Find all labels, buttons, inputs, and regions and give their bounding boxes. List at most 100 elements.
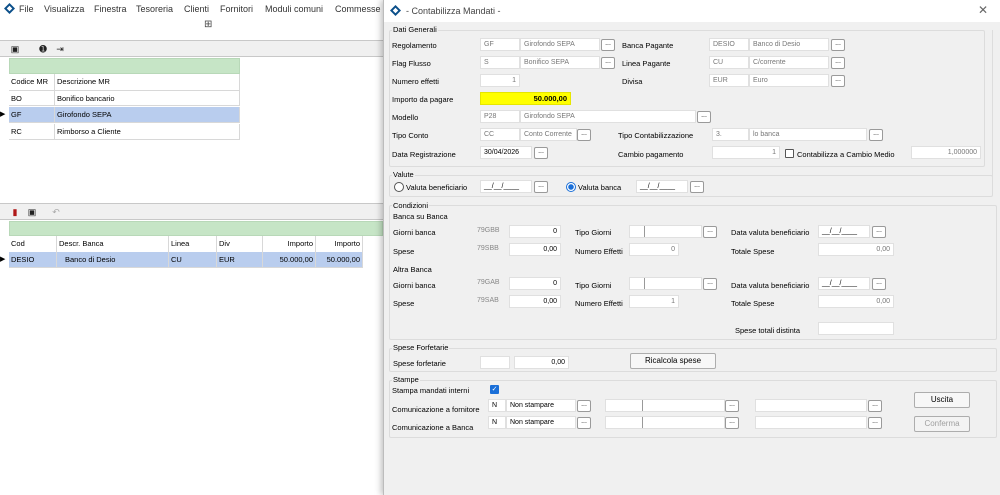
label: Totale Spese (731, 299, 775, 308)
lookup-button[interactable]: ... (601, 57, 615, 69)
data-valuta-field[interactable]: __/__/____ (818, 225, 870, 238)
label: Tipo Giorni (575, 281, 612, 290)
tipo-conto-code-field[interactable]: CC (480, 128, 520, 141)
label: Cambio pagamento (618, 150, 684, 159)
giorni-banca-field[interactable]: 0 (509, 225, 561, 238)
column-header-linea[interactable]: Linea (169, 236, 217, 252)
menu-file[interactable]: File (19, 4, 34, 14)
lookup-button[interactable]: ... (725, 400, 739, 412)
save-icon[interactable]: ▣ (10, 44, 20, 54)
undo-icon[interactable]: ↶ (51, 207, 61, 217)
valuta-beneficiario-field[interactable]: __/__/____ (480, 180, 532, 193)
numero-effetti-field: 0 (629, 243, 679, 256)
lookup-button[interactable]: ... (577, 417, 591, 429)
upper-grid-header-band (9, 58, 240, 74)
uscita-button[interactable]: Uscita (914, 392, 970, 408)
lookup-button[interactable]: ... (831, 75, 845, 87)
spese-forfetarie-code-field[interactable] (480, 356, 510, 369)
menu-clienti[interactable]: Clienti (184, 4, 209, 14)
menu-tesoreria[interactable]: Tesoreria (136, 4, 173, 14)
cambio-medio-checkbox[interactable] (785, 149, 794, 158)
regolamento-code-field[interactable]: GF (480, 38, 520, 51)
empty-field[interactable] (755, 416, 867, 429)
cell-description: Rimborso a Cliente (55, 124, 240, 140)
calendar-button[interactable]: ... (872, 278, 886, 290)
lookup-button[interactable]: ... (831, 57, 845, 69)
menu-fornitori[interactable]: Fornitori (220, 4, 253, 14)
valuta-banca-radio[interactable] (566, 182, 576, 192)
spese-field[interactable]: 0,00 (509, 243, 561, 256)
ricalcola-spese-button[interactable]: Ricalcola spese (630, 353, 716, 369)
conferma-button[interactable]: Conferma (914, 416, 970, 432)
lower-toolbar: ▮ ▣ ↶ (0, 203, 383, 220)
lookup-button[interactable]: ... (577, 400, 591, 412)
menu-finestra[interactable]: Finestra (94, 4, 127, 14)
linea-pagante-code-field[interactable]: CU (709, 56, 749, 69)
exit-icon[interactable]: ⇥ (55, 44, 65, 54)
comunicazione-fornitore-code[interactable]: N (488, 399, 506, 412)
menu-commesse[interactable]: Commesse (335, 4, 381, 14)
column-header-cod[interactable]: Cod (9, 236, 57, 252)
lookup-button[interactable]: ... (831, 39, 845, 51)
comunicazione-banca-code[interactable]: N (488, 416, 506, 429)
save-icon[interactable]: ▣ (27, 207, 37, 217)
spese-forfetarie-field[interactable]: 0,00 (514, 356, 569, 369)
dialog-title: - Contabilizza Mandati - (406, 6, 501, 16)
tipo-giorni-field[interactable] (629, 225, 702, 238)
banca-pagante-code-field[interactable]: DESIO (709, 38, 749, 51)
cell-code: RC (9, 124, 55, 140)
delete-icon[interactable]: ▮ (10, 207, 20, 217)
menu-moduli-comuni[interactable]: Moduli comuni (265, 4, 323, 14)
giorni-banca-field[interactable]: 0 (509, 277, 561, 290)
lookup-button[interactable]: ... (868, 400, 882, 412)
close-icon[interactable]: ✕ (978, 3, 988, 17)
column-header-div[interactable]: Div (217, 236, 263, 252)
column-header-importo[interactable]: Importo (263, 236, 316, 252)
column-header-descrizione[interactable]: Descrizione MR (55, 74, 240, 90)
menu-visualizza[interactable]: Visualizza (44, 4, 84, 14)
cambio-pagamento-field[interactable]: 1 (712, 146, 780, 159)
help-icon[interactable]: ➊ (38, 44, 48, 54)
label: Comunicazione a fornitore (392, 405, 480, 414)
calendar-button[interactable]: ... (534, 181, 548, 193)
table-row-selected[interactable]: DESIO Banco di Desio CU EUR 50.000,00 50… (9, 252, 383, 269)
valuta-banca-field[interactable]: __/__/____ (636, 180, 688, 193)
lookup-button[interactable]: ... (868, 417, 882, 429)
data-valuta-field[interactable]: __/__/____ (818, 277, 870, 290)
data-registrazione-field[interactable]: 30/04/2026 (480, 146, 532, 159)
stampa-mandati-interni-checkbox[interactable]: ✓ (490, 385, 499, 394)
column-header-importo-2[interactable]: Importo (316, 236, 363, 252)
column-header-codice[interactable]: Codice MR (9, 74, 55, 90)
label: Numero Effetti (575, 247, 623, 256)
modello-code-field[interactable]: P28 (480, 110, 520, 123)
label: Modello (392, 113, 419, 122)
giorni-banca-code: 79GAB (477, 279, 500, 286)
calendar-button[interactable]: ... (690, 181, 704, 193)
column-header-descr-banca[interactable]: Descr. Banca (57, 236, 169, 252)
tipo-giorni-field[interactable] (629, 277, 702, 290)
tipo-contab-code-field[interactable]: 3. (712, 128, 749, 141)
grid-view-icon[interactable]: ⊞ (204, 19, 212, 30)
spese-field[interactable]: 0,00 (509, 295, 561, 308)
label: Comunicazione a Banca (392, 423, 474, 432)
calendar-button[interactable]: ... (872, 226, 886, 238)
label: Tipo Contabilizzazione (618, 131, 694, 140)
scrollbar[interactable] (992, 30, 998, 180)
lookup-button[interactable]: ... (577, 129, 591, 141)
valuta-beneficiario-radio[interactable] (394, 182, 404, 192)
lookup-button[interactable]: ... (601, 39, 615, 51)
lookup-button[interactable]: ... (703, 278, 717, 290)
flag-flusso-code-field[interactable]: S (480, 56, 520, 69)
importo-da-pagare-field[interactable]: 50.000,00 (480, 92, 571, 105)
empty-field[interactable] (605, 399, 725, 412)
lookup-button[interactable]: ... (869, 129, 883, 141)
lookup-button[interactable]: ... (725, 417, 739, 429)
divisa-code-field[interactable]: EUR (709, 74, 749, 87)
label: Totale Spese (731, 247, 775, 256)
empty-field[interactable] (755, 399, 867, 412)
empty-field[interactable] (605, 416, 725, 429)
lookup-button[interactable]: ... (697, 111, 711, 123)
calendar-button[interactable]: ... (534, 147, 548, 159)
label: Giorni banca (393, 228, 436, 237)
lookup-button[interactable]: ... (703, 226, 717, 238)
